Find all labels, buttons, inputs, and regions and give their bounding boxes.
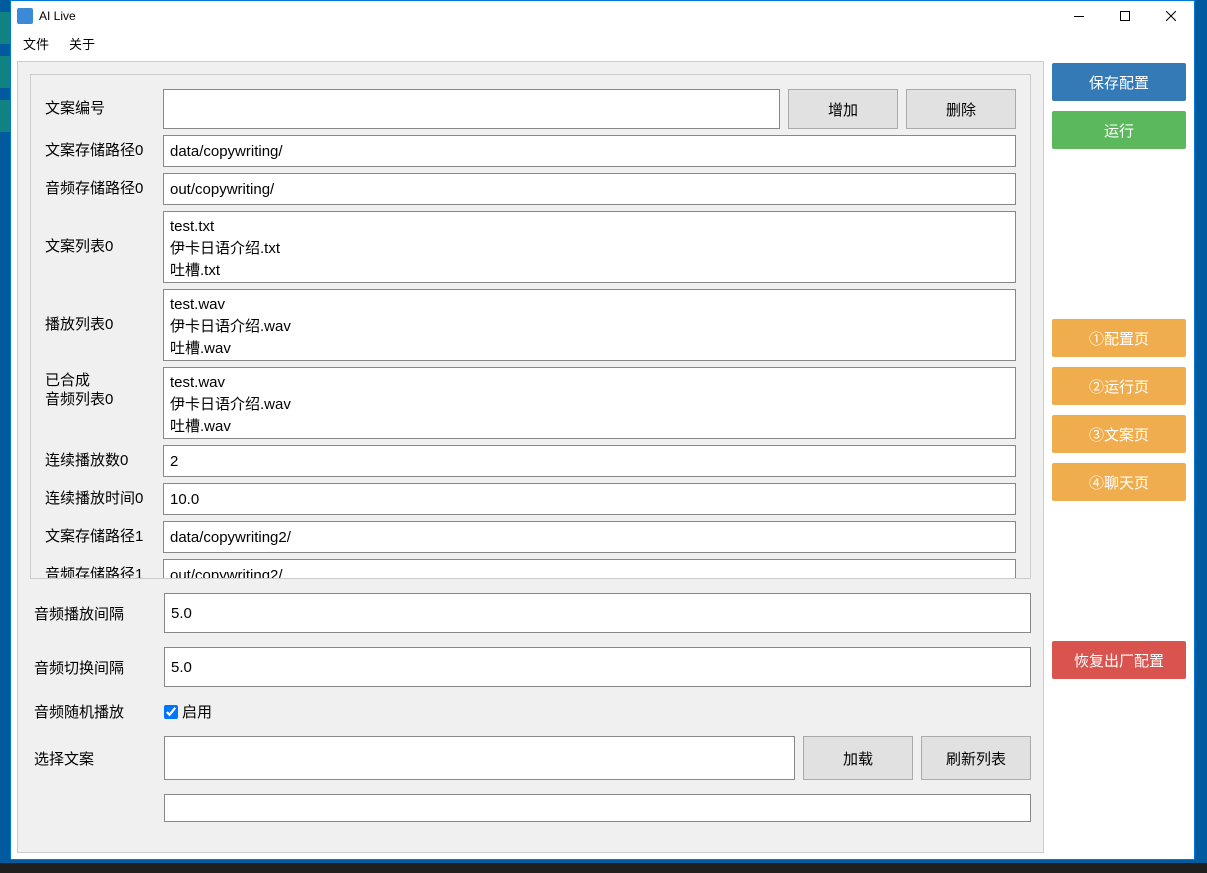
label-audio-interval: 音频播放间隔 <box>34 603 164 624</box>
label-playcount0: 连续播放数0 <box>45 452 163 471</box>
row-random: 音频随机播放 启用 <box>30 701 1031 722</box>
window-title: AI Live <box>39 9 76 23</box>
page1-button[interactable]: ①配置页 <box>1052 319 1186 357</box>
add-button[interactable]: 增加 <box>788 89 898 129</box>
label-random: 音频随机播放 <box>34 701 164 722</box>
inner-group[interactable]: 文案编号 增加 删除 文案存储路径0 音频存储路径0 文案列表0 <box>30 74 1031 579</box>
input-switch-interval[interactable] <box>164 647 1031 687</box>
input-store-path0[interactable] <box>163 135 1016 167</box>
input-store-path1[interactable] <box>163 521 1016 553</box>
minimize-button[interactable] <box>1056 1 1102 31</box>
label-audio-path0: 音频存储路径0 <box>45 180 163 199</box>
row-synth0: 已合成 音频列表0 <box>45 367 1016 439</box>
side-gap2 <box>1052 511 1186 631</box>
row-select: 选择文案 加载 刷新列表 <box>30 736 1031 780</box>
input-playtime0[interactable] <box>163 483 1016 515</box>
page4-button[interactable]: ④聊天页 <box>1052 463 1186 501</box>
input-audio-interval[interactable] <box>164 593 1031 633</box>
app-icon <box>17 8 33 24</box>
input-select[interactable] <box>164 736 795 780</box>
input-extra[interactable] <box>164 794 1031 822</box>
row-store-path0: 文案存储路径0 <box>45 135 1016 167</box>
page2-button[interactable]: ②运行页 <box>1052 367 1186 405</box>
row-list0: 文案列表0 <box>45 211 1016 283</box>
input-number[interactable] <box>163 89 780 129</box>
page3-button[interactable]: ③文案页 <box>1052 415 1186 453</box>
label-number: 文案编号 <box>45 100 163 119</box>
textarea-list0[interactable] <box>163 211 1016 283</box>
side-panel: 保存配置 运行 ①配置页 ②运行页 ③文案页 ④聊天页 恢复出厂配置 <box>1050 61 1188 853</box>
row-switch-interval: 音频切换间隔 <box>30 647 1031 687</box>
menu-about[interactable]: 关于 <box>63 32 101 55</box>
label-synth0: 已合成 音频列表0 <box>45 367 163 439</box>
refresh-button[interactable]: 刷新列表 <box>921 736 1031 780</box>
label-list0: 文案列表0 <box>45 238 163 257</box>
input-audio-path0[interactable] <box>163 173 1016 205</box>
side-spacer <box>1052 689 1186 851</box>
label-store-path0: 文案存储路径0 <box>45 142 163 161</box>
close-button[interactable] <box>1148 1 1194 31</box>
label-audio-path1: 音频存储路径1 <box>45 566 163 579</box>
row-audio-interval: 音频播放间隔 <box>30 593 1031 633</box>
input-playcount0[interactable] <box>163 445 1016 477</box>
row-playtime0: 连续播放时间0 <box>45 483 1016 515</box>
reset-button[interactable]: 恢复出厂配置 <box>1052 641 1186 679</box>
window-controls <box>1056 1 1194 31</box>
row-playlist0: 播放列表0 <box>45 289 1016 361</box>
row-store-path1: 文案存储路径1 <box>45 521 1016 553</box>
titlebar: AI Live <box>11 1 1194 31</box>
label-playtime0: 连续播放时间0 <box>45 490 163 509</box>
maximize-button[interactable] <box>1102 1 1148 31</box>
label-select: 选择文案 <box>34 748 164 769</box>
textarea-synth0[interactable] <box>163 367 1016 439</box>
side-gap <box>1052 159 1186 309</box>
main-panel[interactable]: 文案编号 增加 删除 文案存储路径0 音频存储路径0 文案列表0 <box>17 61 1044 853</box>
checkbox-random-wrap[interactable]: 启用 <box>164 701 212 722</box>
client-area: 文案编号 增加 删除 文案存储路径0 音频存储路径0 文案列表0 <box>11 55 1194 859</box>
input-audio-path1[interactable] <box>163 559 1016 579</box>
checkbox-random[interactable] <box>164 705 178 719</box>
checkbox-random-label: 启用 <box>182 701 212 722</box>
menubar: 文件 关于 <box>11 31 1194 55</box>
row-playcount0: 连续播放数0 <box>45 445 1016 477</box>
app-window: AI Live 文件 关于 文案编号 增加 删除 <box>10 0 1195 860</box>
run-button[interactable]: 运行 <box>1052 111 1186 149</box>
close-icon <box>1166 11 1176 21</box>
maximize-icon <box>1120 11 1130 21</box>
row-extra <box>30 794 1031 822</box>
label-playlist0: 播放列表0 <box>45 316 163 335</box>
taskbar[interactable] <box>0 863 1207 873</box>
label-store-path1: 文案存储路径1 <box>45 528 163 547</box>
load-button[interactable]: 加载 <box>803 736 913 780</box>
row-audio-path1: 音频存储路径1 <box>45 559 1016 579</box>
row-number: 文案编号 增加 删除 <box>45 89 1016 129</box>
label-switch-interval: 音频切换间隔 <box>34 657 164 678</box>
menu-file[interactable]: 文件 <box>17 32 55 55</box>
textarea-playlist0[interactable] <box>163 289 1016 361</box>
delete-button[interactable]: 删除 <box>906 89 1016 129</box>
save-config-button[interactable]: 保存配置 <box>1052 63 1186 101</box>
minimize-icon <box>1074 16 1084 17</box>
row-audio-path0: 音频存储路径0 <box>45 173 1016 205</box>
